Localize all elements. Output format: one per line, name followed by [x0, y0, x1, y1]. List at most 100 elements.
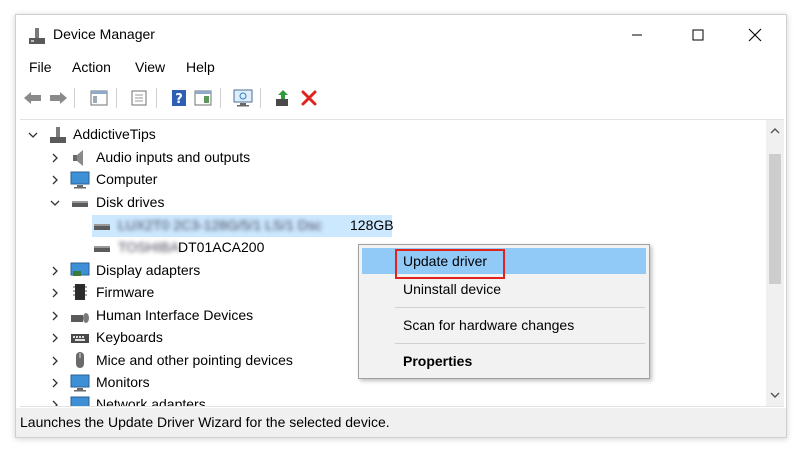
device-manager-window: Device Manager File Action View Help ? A…: [15, 14, 787, 438]
maximize-button[interactable]: [675, 15, 721, 55]
chevron-up-icon: [770, 128, 780, 134]
tree-item-label: Audio inputs and outputs: [96, 149, 251, 165]
uninstall-toolbar-button[interactable]: [298, 87, 320, 109]
chevron-right-icon: [52, 311, 58, 321]
menu-bar: File Action View Help: [16, 57, 786, 79]
chevron-right-icon: [52, 153, 58, 163]
tree-item-label: Disk drives: [96, 194, 165, 210]
back-arrow-icon: [24, 92, 41, 104]
disk-2-name-obscured: TOSHIBA: [118, 239, 180, 255]
network-adapter-icon: [70, 396, 90, 406]
menu-action[interactable]: Action: [68, 59, 115, 75]
pane-icon: [194, 90, 212, 106]
tree-item-label: Firmware: [96, 284, 155, 300]
chevron-right-icon: [52, 400, 58, 406]
forward-arrow-icon: [50, 92, 67, 104]
back-button[interactable]: [22, 87, 44, 109]
tree-item-disk-drives[interactable]: Disk drives: [20, 192, 760, 214]
menu-file[interactable]: File: [25, 59, 56, 75]
status-bar: Launches the Update Driver Wizard for th…: [16, 408, 786, 437]
context-menu: Update driver Uninstall device Scan for …: [358, 244, 650, 379]
menu-view[interactable]: View: [131, 59, 169, 75]
tree-item-computer[interactable]: Computer: [20, 169, 760, 191]
tree-item-label: Network adapters: [96, 396, 206, 407]
delete-x-icon: [301, 90, 317, 106]
chevron-right-icon: [52, 378, 58, 388]
tree-item-disk-1[interactable]: LUX2T0 2C3-128G/5/1 LS/1 Dsc 128GB: [92, 215, 394, 237]
context-separator: [395, 307, 645, 308]
context-item-properties[interactable]: Properties: [362, 348, 646, 374]
speaker-icon: [73, 150, 83, 166]
properties-toolbar-button[interactable]: [128, 87, 150, 109]
svg-text:?: ?: [175, 92, 183, 107]
chevron-right-icon: [52, 288, 58, 298]
chevron-down-icon: [50, 200, 60, 206]
minimize-button[interactable]: [614, 15, 660, 55]
chevron-right-icon: [52, 175, 58, 185]
toolbar: ?: [16, 84, 786, 112]
scrollbar-thumb[interactable]: [769, 154, 781, 284]
scroll-up-button[interactable]: [766, 120, 784, 142]
tree-item-label: Human Interface Devices: [96, 307, 254, 323]
tree-root[interactable]: AddictiveTips: [20, 124, 760, 146]
disk-drive-icon: [94, 246, 110, 252]
tree-item-label: Display adapters: [96, 262, 201, 278]
context-separator: [395, 343, 645, 344]
tree-item-label: Keyboards: [96, 329, 163, 345]
minimize-icon: [632, 34, 642, 36]
keyboard-icon: [71, 334, 89, 343]
tree-item-label: Mice and other pointing devices: [96, 352, 293, 368]
chevron-down-icon: [770, 392, 780, 398]
scroll-down-button[interactable]: [766, 384, 784, 406]
firmware-chip-icon: [73, 284, 87, 300]
chevron-down-icon: [28, 132, 38, 138]
action-pane-button[interactable]: [192, 87, 214, 109]
monitor-icon: [70, 374, 90, 392]
vertical-scrollbar[interactable]: [766, 120, 784, 406]
context-item-label: Properties: [403, 353, 473, 369]
highlight-annotation-box: [395, 249, 505, 279]
display-adapter-icon: [70, 262, 90, 276]
show-hide-console-tree-button[interactable]: [88, 87, 110, 109]
chevron-right-icon: [52, 266, 58, 276]
context-item-uninstall-device[interactable]: Uninstall device: [362, 276, 646, 302]
tree-item-label: Computer: [96, 171, 158, 187]
help-question-icon: ?: [172, 90, 186, 107]
tree-root-label: AddictiveTips: [73, 126, 156, 142]
tree-item-disk-2[interactable]: TOSHIBA DT01ACA200: [92, 237, 392, 259]
maximize-icon: [692, 29, 704, 41]
console-tree-icon: [90, 90, 108, 106]
context-item-label: Uninstall device: [403, 281, 502, 297]
status-text: Launches the Update Driver Wizard for th…: [20, 414, 390, 430]
disk-2-model: DT01ACA200: [178, 239, 265, 255]
monitor-icon: [70, 171, 90, 189]
chevron-right-icon: [52, 356, 58, 366]
close-icon: [748, 28, 762, 42]
chevron-right-icon: [52, 333, 58, 343]
disk-1-capacity: 128GB: [350, 217, 394, 233]
forward-button[interactable]: [47, 87, 69, 109]
update-driver-toolbar-button[interactable]: [272, 87, 294, 109]
tree-item-label: Monitors: [96, 374, 150, 390]
update-driver-icon: [276, 90, 288, 106]
tree-item-network-adapters[interactable]: Network adapters: [20, 394, 760, 407]
context-item-label: Scan for hardware changes: [403, 317, 575, 333]
scan-hardware-button[interactable]: [232, 87, 254, 109]
menu-help[interactable]: Help: [182, 59, 219, 75]
hid-icon: [71, 313, 89, 323]
computer-tree-icon: [50, 127, 66, 143]
window-title: Device Manager: [53, 26, 155, 42]
help-toolbar-button[interactable]: ?: [168, 87, 190, 109]
device-manager-icon: [29, 28, 45, 44]
monitor-scan-icon: [233, 89, 253, 107]
tree-item-audio[interactable]: Audio inputs and outputs: [20, 147, 760, 169]
properties-page-icon: [131, 90, 147, 106]
context-item-scan-hardware[interactable]: Scan for hardware changes: [362, 312, 646, 338]
title-bar[interactable]: Device Manager: [16, 15, 786, 55]
mouse-icon: [76, 352, 84, 368]
context-item-update-driver[interactable]: Update driver: [362, 248, 646, 279]
disk-1-name-obscured: LUX2T0 2C3-128G/5/1 LS/1 Dsc: [118, 217, 322, 233]
disk-drive-icon: [72, 201, 88, 207]
close-button[interactable]: [732, 15, 778, 55]
disk-drive-icon: [94, 224, 110, 230]
